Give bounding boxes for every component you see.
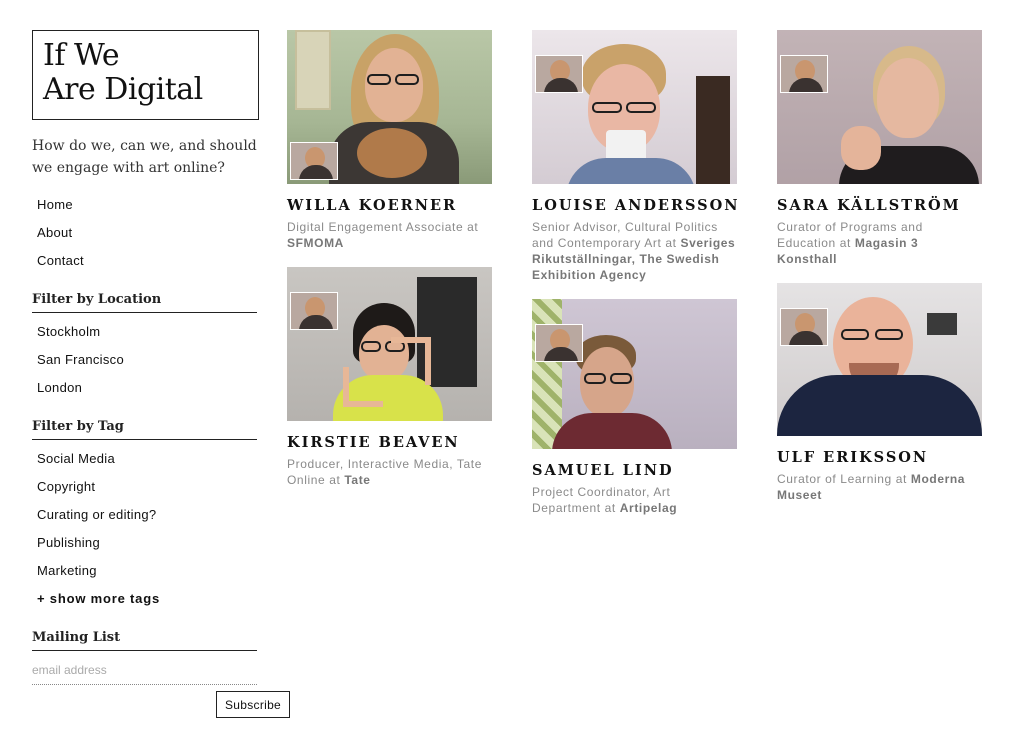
person-photo[interactable] xyxy=(287,267,492,421)
people-column-3: SARA KÄLLSTRÖM Curator of Programs and E… xyxy=(777,30,982,519)
tag-curating[interactable]: Curating or editing? xyxy=(32,501,258,529)
person-role: Digital Engagement Associate at SFMOMA xyxy=(287,220,479,250)
person-org[interactable]: Artipelag xyxy=(620,501,677,515)
filter-tag-heading: Filter by Tag xyxy=(32,414,257,440)
site-logo[interactable]: If We Are Digital xyxy=(32,30,259,120)
nav-contact[interactable]: Contact xyxy=(32,247,258,275)
tag-publishing[interactable]: Publishing xyxy=(32,529,258,557)
webcam-inset xyxy=(535,55,583,93)
filter-location-list: Stockholm San Francisco London xyxy=(32,318,258,402)
subscribe-button[interactable]: Subscribe xyxy=(216,691,290,718)
person-photo[interactable] xyxy=(287,30,492,184)
nav-home[interactable]: Home xyxy=(32,191,258,219)
location-san-francisco[interactable]: San Francisco xyxy=(32,346,258,374)
person-role: Producer, Interactive Media, Tate Online… xyxy=(287,457,483,487)
tag-copyright[interactable]: Copyright xyxy=(32,473,258,501)
tag-social-media[interactable]: Social Media xyxy=(32,445,258,473)
person-name[interactable]: SARA KÄLLSTRÖM xyxy=(777,197,982,215)
person-card[interactable]: LOUISE ANDERSSON Senior Advisor, Cultura… xyxy=(532,30,738,283)
site-title-line2: Are Digital xyxy=(43,72,203,107)
person-photo[interactable] xyxy=(532,30,737,184)
person-name[interactable]: ULF ERIKSSON xyxy=(777,449,982,467)
webcam-inset xyxy=(780,308,828,346)
person-photo[interactable] xyxy=(777,283,982,436)
show-more-tags-link[interactable]: + show more tags xyxy=(32,585,258,613)
location-stockholm[interactable]: Stockholm xyxy=(32,318,258,346)
filter-location-heading: Filter by Location xyxy=(32,287,257,313)
person-name[interactable]: SAMUEL LIND xyxy=(532,462,737,480)
person-card[interactable]: KIRSTIE BEAVEN Producer, Interactive Med… xyxy=(287,267,492,488)
person-org[interactable]: SFMOMA xyxy=(287,236,344,250)
person-card[interactable]: WILLA KOERNER Digital Engagement Associa… xyxy=(287,30,492,251)
person-card[interactable]: ULF ERIKSSON Curator of Learning at Mode… xyxy=(777,283,982,503)
person-name[interactable]: KIRSTIE BEAVEN xyxy=(287,434,492,452)
location-london[interactable]: London xyxy=(32,374,258,402)
sidebar: If We Are Digital How do we, can we, and… xyxy=(32,30,290,718)
main-nav: Home About Contact xyxy=(32,191,258,275)
webcam-inset xyxy=(780,55,828,93)
people-column-2: LOUISE ANDERSSON Senior Advisor, Cultura… xyxy=(532,30,738,532)
person-photo[interactable] xyxy=(777,30,982,184)
nav-about[interactable]: About xyxy=(32,219,258,247)
person-photo[interactable] xyxy=(532,299,737,449)
person-role: Curator of Learning at Moderna Museet xyxy=(777,472,966,502)
person-role: Project Coordinator, Art Department at A… xyxy=(532,485,678,515)
webcam-inset xyxy=(290,292,338,330)
person-card[interactable]: SAMUEL LIND Project Coordinator, Art Dep… xyxy=(532,299,737,516)
webcam-inset xyxy=(535,324,583,362)
person-card[interactable]: SARA KÄLLSTRÖM Curator of Programs and E… xyxy=(777,30,982,267)
email-input[interactable] xyxy=(32,655,257,685)
person-name[interactable]: LOUISE ANDERSSON xyxy=(532,197,738,215)
person-role: Curator of Programs and Education at Mag… xyxy=(777,220,923,266)
tag-marketing[interactable]: Marketing xyxy=(32,557,258,585)
mailing-list-heading: Mailing List xyxy=(32,625,257,651)
filter-tag-list: Social Media Copyright Curating or editi… xyxy=(32,445,258,613)
person-name[interactable]: WILLA KOERNER xyxy=(287,197,492,215)
site-title-line1: If We xyxy=(43,38,120,73)
webcam-inset xyxy=(290,142,338,180)
person-role: Senior Advisor, Cultural Politics and Co… xyxy=(532,220,736,282)
person-org[interactable]: Tate xyxy=(344,473,370,487)
site-tagline: How do we, can we, and should we engage … xyxy=(32,138,257,176)
people-column-1: WILLA KOERNER Digital Engagement Associa… xyxy=(287,30,492,504)
